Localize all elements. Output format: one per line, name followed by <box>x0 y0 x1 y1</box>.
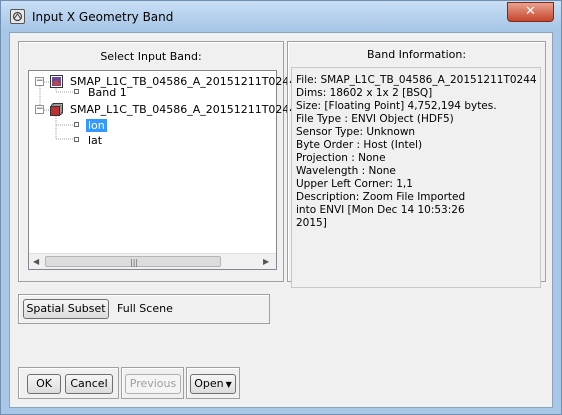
tree-item-file-2[interactable]: SMAP_L1C_TB_04586_A_20151211T024445 <box>70 103 310 116</box>
info-line: Description: Zoom File Imported <box>296 191 466 203</box>
ok-button[interactable]: OK <box>27 374 61 394</box>
select-input-band-panel: Select Input Band: − SMAP_L1C_TB_04586_A… <box>18 41 310 282</box>
select-input-band-title: Select Input Band: <box>100 50 202 63</box>
info-line: Projection : None <box>296 152 386 164</box>
expand-toggle-file-1[interactable]: − <box>35 77 44 86</box>
info-line: into ENVI [Mon Dec 14 10:53:26 <box>296 204 465 216</box>
dialog-body: Select Input Band: − SMAP_L1C_TB_04586_A… <box>9 32 553 408</box>
info-line: Dims: 18602 x 1x 2 [BSQ] <box>296 87 433 99</box>
info-line: Upper Left Corner: 1,1 <box>296 178 413 190</box>
ok-cancel-group: OK Cancel <box>18 367 119 399</box>
tree-item-lon[interactable]: lon <box>86 119 107 132</box>
open-group: Open ▼ <box>186 367 240 399</box>
dialog-window: Input X Geometry Band ✕ Select Input Ban… <box>0 0 562 415</box>
previous-group: Previous <box>121 367 184 399</box>
band-information-text: File: SMAP_L1C_TB_04586_A_20151211T02444… <box>291 67 541 288</box>
tree-item-band-1[interactable]: Band 1 <box>88 86 127 99</box>
info-line: Wavelength : None <box>296 165 396 177</box>
leaf-node-icon <box>74 122 79 127</box>
scrollbar-thumb[interactable]: ||| <box>45 256 221 267</box>
image-file-icon <box>50 75 63 88</box>
chevron-down-icon: ▼ <box>225 380 232 389</box>
title-bar[interactable]: Input X Geometry Band ✕ <box>1 1 561 31</box>
open-menu-button[interactable]: Open ▼ <box>190 374 236 394</box>
info-line: Byte Order : Host (Intel) <box>296 139 423 151</box>
close-button[interactable]: ✕ <box>507 2 554 22</box>
scroll-right-icon[interactable]: ▶ <box>263 257 269 266</box>
spatial-subset-value: Full Scene <box>117 302 173 315</box>
scroll-grip-icon: ||| <box>130 258 139 267</box>
spatial-subset-button[interactable]: Spatial Subset <box>23 299 109 319</box>
band-information-title: Band Information: <box>366 48 467 61</box>
spatial-subset-panel: Spatial Subset Full Scene <box>18 294 270 324</box>
tree-item-lat[interactable]: lat <box>88 134 102 147</box>
previous-button[interactable]: Previous <box>125 374 181 394</box>
window-title: Input X Geometry Band <box>32 10 174 24</box>
scroll-left-icon[interactable]: ◀ <box>33 257 39 266</box>
band-tree-list[interactable]: − SMAP_L1C_TB_04586_A_20151211T024445 Ba… <box>28 70 310 270</box>
leaf-node-icon <box>74 89 79 94</box>
info-line: File Type : ENVI Object (HDF5) <box>296 113 454 125</box>
band-information-panel: Band Information: File: SMAP_L1C_TB_0458… <box>287 41 546 288</box>
info-line: Sensor Type: Unknown <box>296 126 416 138</box>
open-label: Open <box>194 377 224 390</box>
info-line: Size: [Floating Point] 4,752,194 bytes. <box>296 100 497 112</box>
cancel-button[interactable]: Cancel <box>65 374 113 394</box>
info-line: 2015] <box>296 217 327 229</box>
leaf-node-icon <box>74 137 79 142</box>
expand-toggle-file-2[interactable]: − <box>35 105 44 114</box>
horizontal-scrollbar[interactable]: ◀ ||| ▶ <box>29 253 276 269</box>
app-icon <box>10 9 25 24</box>
info-line: File: SMAP_L1C_TB_04586_A_20151211T02444… <box>296 74 536 86</box>
multiband-file-icon <box>50 103 63 116</box>
tree-lines <box>39 81 74 140</box>
